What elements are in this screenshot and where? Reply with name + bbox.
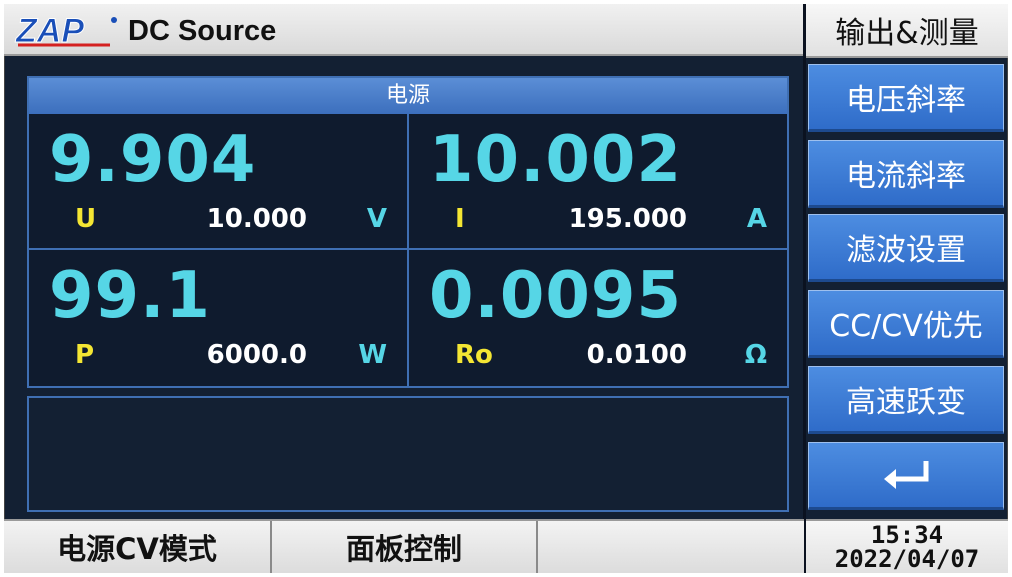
voltage-unit: V bbox=[366, 204, 387, 234]
power-unit: W bbox=[358, 340, 387, 370]
return-button[interactable] bbox=[808, 442, 1004, 510]
clock: 15:34 2022/04/07 bbox=[806, 519, 1008, 573]
voltage-cell[interactable]: 9.904 U 10.000 V bbox=[29, 114, 409, 250]
panel-title: 电源 bbox=[29, 78, 787, 114]
section-title: 输出&测量 bbox=[806, 4, 1008, 58]
current-label: I bbox=[455, 204, 465, 234]
logo-text: ZAP bbox=[15, 12, 84, 48]
current-unit: A bbox=[746, 204, 767, 234]
resistance-measured: 0.0095 bbox=[429, 259, 682, 333]
brand-logo: ZAP bbox=[15, 12, 117, 48]
return-arrow-icon bbox=[884, 461, 929, 489]
voltage-label: U bbox=[75, 204, 97, 234]
voltage-measured: 9.904 bbox=[49, 123, 257, 197]
power-measured: 99.1 bbox=[49, 259, 211, 333]
resistance-label: Ro bbox=[455, 340, 493, 370]
mode-indicator: 电源CV模式 bbox=[4, 521, 272, 573]
voltage-slope-button[interactable]: 电压斜率 bbox=[808, 64, 1004, 132]
power-setpoint[interactable]: 6000.0 bbox=[207, 340, 307, 370]
filter-settings-button[interactable]: 滤波设置 bbox=[808, 214, 1004, 282]
app-title: DC Source bbox=[128, 15, 277, 47]
status-bar: 电源CV模式 面板控制 bbox=[4, 519, 804, 573]
title-bar: ZAP DC Source bbox=[4, 4, 804, 56]
vertical-divider bbox=[803, 4, 806, 573]
fast-transition-button[interactable]: 高速跃变 bbox=[808, 366, 1004, 434]
power-cell[interactable]: 99.1 P 6000.0 W bbox=[29, 250, 409, 386]
status-extra bbox=[538, 521, 802, 573]
clock-time: 15:34 bbox=[870, 521, 944, 549]
resistance-cell[interactable]: 0.0095 Ro 0.0100 Ω bbox=[409, 250, 787, 386]
clock-date: 2022/04/07 bbox=[834, 545, 980, 573]
current-setpoint[interactable]: 195.000 bbox=[569, 204, 687, 234]
voltage-setpoint[interactable]: 10.000 bbox=[207, 204, 307, 234]
message-area bbox=[27, 396, 789, 512]
resistance-setpoint[interactable]: 0.0100 bbox=[587, 340, 687, 370]
resistance-unit: Ω bbox=[744, 340, 767, 370]
control-mode-indicator: 面板控制 bbox=[272, 521, 538, 573]
measurement-panel: 电源 9.904 U 10.000 V 10.002 I 195.000 A 9… bbox=[27, 76, 789, 388]
power-label: P bbox=[75, 340, 95, 370]
cc-cv-priority-button[interactable]: CC/CV优先 bbox=[808, 290, 1004, 358]
current-cell[interactable]: 10.002 I 195.000 A bbox=[409, 114, 787, 250]
current-measured: 10.002 bbox=[429, 123, 682, 197]
current-slope-button[interactable]: 电流斜率 bbox=[808, 140, 1004, 208]
